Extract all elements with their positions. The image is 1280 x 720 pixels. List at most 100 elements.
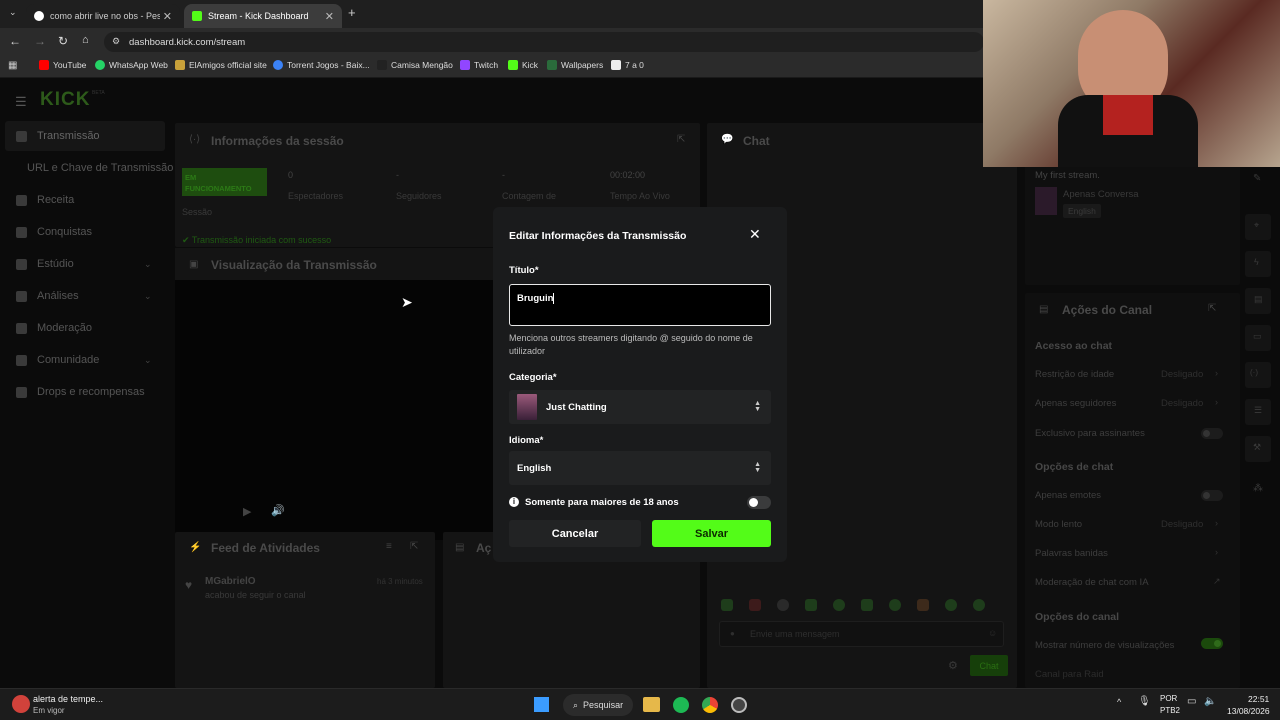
- emote-icon[interactable]: [917, 599, 929, 611]
- emote-icon[interactable]: [721, 599, 733, 611]
- subscriber-only-toggle[interactable]: [1201, 428, 1223, 439]
- emote-icon[interactable]: [833, 599, 845, 611]
- save-button[interactable]: Salvar: [652, 520, 771, 547]
- send-chat-button[interactable]: Chat: [970, 655, 1008, 676]
- tray-chevron-icon[interactable]: ^: [1117, 697, 1121, 707]
- emote-icon[interactable]: [805, 599, 817, 611]
- stream-category[interactable]: Apenas Conversa: [1063, 189, 1139, 200]
- rail-button[interactable]: ▭: [1245, 325, 1271, 351]
- chevron-down-icon[interactable]: ⌄: [144, 355, 152, 366]
- setting-label[interactable]: Moderação de chat com IA: [1035, 577, 1149, 588]
- bookmark-kick[interactable]: Kick: [508, 60, 538, 70]
- filter-icon[interactable]: ≡: [386, 541, 392, 552]
- sidebar-item-moderacao[interactable]: Moderação: [16, 322, 92, 334]
- play-icon[interactable]: ▶: [243, 505, 251, 518]
- emoji-icon[interactable]: ☺: [988, 628, 997, 638]
- network-icon[interactable]: ▭: [1187, 696, 1196, 707]
- emote-icon[interactable]: [945, 599, 957, 611]
- users-icon[interactable]: ⁂: [1253, 483, 1263, 494]
- menu-icon[interactable]: ☰: [15, 94, 27, 110]
- setting-label[interactable]: Apenas seguidores: [1035, 398, 1116, 409]
- clock-time[interactable]: 22:51: [1248, 694, 1269, 704]
- chevron-right-icon[interactable]: ›: [1215, 547, 1218, 557]
- weather-alert-icon[interactable]: [12, 695, 30, 713]
- obs-icon[interactable]: [731, 697, 747, 713]
- kick-logo[interactable]: KICK: [40, 89, 90, 111]
- back-icon[interactable]: ←: [9, 34, 21, 48]
- popout-icon[interactable]: ⇱: [677, 134, 685, 145]
- language-indicator[interactable]: POR: [1160, 694, 1177, 703]
- emote-icon[interactable]: [777, 599, 789, 611]
- bookmark-7a0[interactable]: 7 a 0: [611, 60, 644, 70]
- setting-label[interactable]: Canal para Raid: [1035, 669, 1104, 680]
- chevron-right-icon[interactable]: ›: [1215, 518, 1218, 528]
- emote-icon[interactable]: [973, 599, 985, 611]
- apps-grid-icon[interactable]: ▦: [8, 60, 17, 71]
- sidebar-item-url-chave[interactable]: URL e Chave de Transmissão: [27, 162, 173, 174]
- taskbar-search[interactable]: ⌕ Pesquisar: [563, 694, 633, 716]
- chat-input[interactable]: ● Envie uma mensagem ☺: [719, 621, 1004, 647]
- rail-button[interactable]: ⌖: [1245, 214, 1271, 240]
- edit-icon[interactable]: ✎: [1253, 173, 1261, 184]
- setting-label[interactable]: Restrição de idade: [1035, 369, 1114, 380]
- mature-toggle[interactable]: [747, 496, 771, 509]
- rail-button[interactable]: ☰: [1245, 399, 1271, 425]
- close-tab-icon[interactable]: ✕: [163, 10, 172, 23]
- emote-icon[interactable]: [749, 599, 761, 611]
- rail-button[interactable]: ⚒: [1245, 436, 1271, 462]
- popout-icon[interactable]: ⇱: [1208, 303, 1216, 314]
- external-link-icon[interactable]: ↗: [1213, 576, 1221, 587]
- windows-start-icon[interactable]: [534, 697, 549, 712]
- setting-value[interactable]: Desligado: [1161, 519, 1203, 530]
- title-input[interactable]: Bruguin: [509, 284, 771, 326]
- reload-icon[interactable]: ↻: [58, 34, 68, 48]
- bookmark-wallpapers[interactable]: Wallpapers: [547, 60, 603, 70]
- view-count-toggle[interactable]: [1201, 638, 1223, 649]
- spotify-icon[interactable]: [673, 697, 689, 713]
- emote-icon[interactable]: [861, 599, 873, 611]
- site-info-icon[interactable]: ⚙: [112, 36, 120, 47]
- volume-icon[interactable]: 🔈: [1204, 696, 1216, 707]
- volume-icon[interactable]: 🔊: [271, 504, 285, 517]
- home-icon[interactable]: ⌂: [82, 34, 89, 46]
- bookmark-twitch[interactable]: Twitch: [460, 60, 498, 70]
- bookmark-elamigos[interactable]: ElAmigos official site: [175, 60, 267, 70]
- sidebar-item-drops[interactable]: Drops e recompensas: [16, 386, 145, 398]
- rail-button[interactable]: (·): [1245, 362, 1271, 388]
- file-explorer-icon[interactable]: [643, 697, 660, 712]
- setting-value[interactable]: Desligado: [1161, 369, 1203, 380]
- bookmark-whatsapp[interactable]: WhatsApp Web: [95, 60, 168, 70]
- setting-value[interactable]: Desligado: [1161, 398, 1203, 409]
- weather-title[interactable]: alerta de tempe...: [33, 694, 103, 704]
- setting-label[interactable]: Modo lento: [1035, 519, 1082, 530]
- feed-user[interactable]: MGabrielO: [205, 576, 256, 587]
- bookmark-youtube[interactable]: YouTube: [39, 60, 86, 70]
- popout-icon[interactable]: ⇱: [410, 541, 418, 552]
- emote-icon[interactable]: [889, 599, 901, 611]
- chevron-right-icon[interactable]: ›: [1215, 368, 1218, 378]
- chevron-right-icon[interactable]: ›: [1215, 397, 1218, 407]
- emote-only-toggle[interactable]: [1201, 490, 1223, 501]
- sidebar-item-transmissao[interactable]: Transmissão: [16, 130, 100, 142]
- chevron-down-icon[interactable]: ⌄: [144, 291, 152, 302]
- bookmark-torrent[interactable]: Torrent Jogos - Baix...: [273, 60, 370, 70]
- url-field[interactable]: ⚙ dashboard.kick.com/stream: [104, 32, 984, 52]
- close-tab-icon[interactable]: ✕: [325, 10, 334, 23]
- category-select[interactable]: Just Chatting ▲ ▼: [509, 390, 771, 424]
- keyboard-layout[interactable]: PTB2: [1160, 706, 1180, 715]
- cancel-button[interactable]: Cancelar: [509, 520, 641, 547]
- language-select[interactable]: English ▲ ▼: [509, 451, 771, 485]
- rail-button[interactable]: ▤: [1245, 288, 1271, 314]
- sidebar-item-receita[interactable]: Receita: [16, 194, 74, 206]
- rail-button[interactable]: ϟ: [1245, 251, 1271, 277]
- gear-icon[interactable]: ⚙: [948, 659, 958, 672]
- bookmark-camisa[interactable]: Camisa Mengão: [377, 60, 453, 70]
- setting-label[interactable]: Palavras banidas: [1035, 548, 1108, 559]
- tab-google-search[interactable]: como abrir live no obs - Pesqui ✕: [26, 4, 180, 28]
- microphone-icon[interactable]: 🎙: [1138, 696, 1151, 707]
- chevron-down-icon[interactable]: ⌄: [144, 259, 152, 270]
- sidebar-item-comunidade[interactable]: Comunidade: [16, 354, 99, 366]
- tab-kick-dashboard[interactable]: Stream - Kick Dashboard ✕: [184, 4, 342, 28]
- close-icon[interactable]: ✕: [749, 226, 761, 243]
- clock-date[interactable]: 13/08/2026: [1227, 706, 1270, 716]
